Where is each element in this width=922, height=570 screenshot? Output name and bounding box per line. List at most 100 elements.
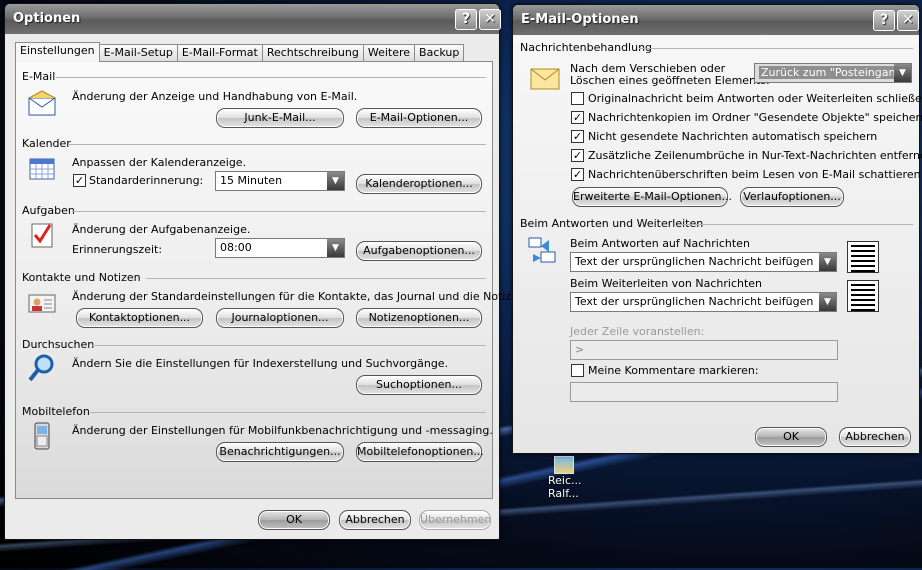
apply-button[interactable]: Übernehmen bbox=[419, 510, 491, 530]
mobile-section: Mobiltelefon Änderung der Einstellungen … bbox=[22, 405, 493, 469]
mobile-phone-icon bbox=[34, 422, 50, 450]
prefix-input[interactable]: > bbox=[570, 340, 838, 360]
mark-comments-input[interactable] bbox=[570, 382, 838, 402]
chevron-down-icon: ▼ bbox=[819, 253, 836, 271]
reply-label: Beim Antworten auf Nachrichten bbox=[570, 237, 750, 250]
calendar-options-button[interactable]: Kalenderoptionen... bbox=[356, 174, 482, 194]
tab-backup[interactable]: Backup bbox=[414, 44, 465, 62]
close-original-label: Originalnachricht beim Antworten oder We… bbox=[588, 92, 922, 105]
search-section: Durchsuchen Ändern Sie die Einstellungen… bbox=[22, 338, 486, 402]
message-handling-title: Nachrichtenbehandlung bbox=[520, 41, 653, 54]
cancel-button[interactable]: Abbrechen bbox=[839, 427, 911, 447]
after-move-select[interactable]: Zurück zum "Posteingang" ▼ bbox=[754, 63, 912, 83]
reminder-time-label: Erinnerungszeit: bbox=[72, 243, 163, 256]
tracking-options-button[interactable]: Verlaufoptionen... bbox=[740, 187, 844, 207]
reply-value: Text der ursprünglichen Nachricht beifüg… bbox=[575, 255, 814, 268]
search-options-button[interactable]: Suchoptionen... bbox=[356, 375, 482, 395]
divider bbox=[68, 144, 486, 145]
advanced-email-options-button[interactable]: Erweiterte E-Mail-Optionen... bbox=[572, 187, 732, 207]
forward-select[interactable]: Text der ursprünglichen Nachricht beifüg… bbox=[570, 292, 837, 312]
reply-preview-icon bbox=[847, 241, 879, 273]
email-options-button[interactable]: E-Mail-Optionen... bbox=[356, 108, 482, 128]
mark-comments-checkbox[interactable] bbox=[571, 364, 584, 377]
settings-panel: E-Mail Änderung der Anzeige und Handhabu… bbox=[15, 61, 528, 499]
contact-options-button[interactable]: Kontaktoptionen... bbox=[76, 308, 203, 328]
tab-einstellungen[interactable]: Einstellungen bbox=[15, 42, 100, 62]
chevron-down-icon: ▼ bbox=[327, 172, 344, 190]
notifications-button[interactable]: Benachrichtigungen... bbox=[216, 442, 344, 462]
default-reminder-checkbox[interactable]: ✓ bbox=[73, 174, 86, 187]
tab-weitere[interactable]: Weitere bbox=[362, 44, 416, 62]
reminder-time-value: 08:00 bbox=[220, 241, 252, 254]
email-options-body: Nachrichtenbehandlung Nach dem Verschieb… bbox=[513, 35, 922, 453]
help-button[interactable]: ? bbox=[873, 10, 895, 31]
remove-linebreaks-checkbox[interactable]: ✓ bbox=[571, 149, 584, 162]
mobile-options-button[interactable]: Mobiltelefonoptionen... bbox=[356, 442, 484, 462]
default-reminder-value: 15 Minuten bbox=[220, 174, 283, 187]
divider bbox=[72, 211, 486, 212]
after-move-label-line2: Löschen eines geöffneten Elements: bbox=[570, 74, 770, 87]
divider bbox=[639, 48, 913, 49]
note-options-button[interactable]: Notizenoptionen... bbox=[356, 308, 482, 328]
email-section-title: E-Mail bbox=[22, 70, 56, 83]
tab-email-format[interactable]: E-Mail-Format bbox=[176, 44, 263, 62]
ok-button[interactable]: OK bbox=[258, 510, 330, 530]
help-button[interactable]: ? bbox=[455, 9, 477, 30]
search-section-title: Durchsuchen bbox=[22, 338, 95, 351]
tab-rechtschreibung[interactable]: Rechtschreibung bbox=[261, 44, 364, 62]
save-copies-label: Nachrichtenkopien im Ordner "Gesendete O… bbox=[588, 111, 922, 124]
task-options-button[interactable]: Aufgabenoptionen... bbox=[356, 241, 482, 261]
options-titlebar: Optionen ? ✕ bbox=[5, 4, 501, 34]
reply-forward-icon bbox=[528, 237, 556, 263]
contacts-section: Kontakte und Notizen Änderung der Standa… bbox=[22, 271, 528, 335]
email-options-dialog: E-Mail-Optionen ? ✕ Nachrichtenbehandlun… bbox=[512, 4, 922, 454]
prefix-label: Jeder Zeile voranstellen: bbox=[570, 325, 705, 338]
tasks-description: Änderung der Aufgabenanzeige. bbox=[72, 223, 251, 236]
close-button[interactable]: ✕ bbox=[479, 9, 501, 30]
mobile-section-title: Mobiltelefon bbox=[22, 405, 90, 418]
contacts-description: Änderung der Standardeinstellungen für d… bbox=[72, 290, 529, 303]
journal-options-button[interactable]: Journaloptionen... bbox=[216, 308, 344, 328]
close-button[interactable]: ✕ bbox=[897, 10, 919, 31]
tasks-section-title: Aufgaben bbox=[22, 204, 75, 217]
calendar-description: Anpassen der Kalenderanzeige. bbox=[72, 156, 247, 169]
forward-value: Text der ursprünglichen Nachricht beifüg… bbox=[575, 295, 814, 308]
mobile-description: Änderung der Einstellungen für Mobilfunk… bbox=[72, 424, 493, 437]
reply-select[interactable]: Text der ursprünglichen Nachricht beifüg… bbox=[570, 252, 837, 272]
remove-linebreaks-label: Zusätzliche Zeilenumbrüche in Nur-Text-N… bbox=[588, 149, 922, 162]
desktop-shortcut-label-2: Ralf... bbox=[548, 487, 579, 500]
close-original-checkbox[interactable] bbox=[571, 92, 584, 105]
junk-email-button[interactable]: Junk-E-Mail... bbox=[216, 108, 344, 128]
reply-forward-title: Beim Antworten und Weiterleiten bbox=[520, 217, 704, 230]
email-description: Änderung der Anzeige und Handhabung von … bbox=[72, 90, 358, 103]
default-reminder-label: Standarderinnerung: bbox=[89, 174, 204, 187]
tab-email-setup[interactable]: E-Mail-Setup bbox=[98, 44, 178, 62]
after-move-value: Zurück zum "Posteingang" bbox=[759, 66, 910, 79]
divider bbox=[681, 224, 913, 225]
reminder-time-select[interactable]: 08:00 ▼ bbox=[215, 238, 345, 258]
forward-preview-icon bbox=[847, 280, 879, 312]
ok-button[interactable]: OK bbox=[755, 427, 827, 447]
email-section: E-Mail Änderung der Anzeige und Handhabu… bbox=[22, 70, 486, 134]
email-options-titlebar: E-Mail-Optionen ? ✕ bbox=[513, 5, 919, 35]
magnifier-icon bbox=[28, 354, 54, 382]
default-reminder-select[interactable]: 15 Minuten ▼ bbox=[215, 171, 345, 191]
contacts-section-title: Kontakte und Notizen bbox=[22, 271, 141, 284]
desktop-shortcut[interactable]: Reic... Ralf... bbox=[548, 456, 588, 500]
autosave-checkbox[interactable]: ✓ bbox=[571, 130, 584, 143]
options-title: Optionen bbox=[13, 11, 81, 26]
calendar-section: Kalender Anpassen der Kalenderanzeige. ✓… bbox=[22, 137, 486, 201]
shade-headers-checkbox[interactable]: ✓ bbox=[571, 168, 584, 181]
tab-strip: Einstellungen E-Mail-Setup E-Mail-Format… bbox=[15, 42, 465, 62]
chevron-down-icon: ▼ bbox=[894, 64, 911, 82]
envelope-icon bbox=[28, 90, 56, 116]
autosave-label: Nicht gesendete Nachrichten automatisch … bbox=[588, 130, 878, 143]
email-options-title: E-Mail-Optionen bbox=[521, 12, 639, 27]
mark-comments-label: Meine Kommentare markieren: bbox=[588, 364, 759, 377]
cancel-button[interactable]: Abbrechen bbox=[339, 510, 411, 530]
options-dialog: Optionen ? ✕ Einstellungen E-Mail-Setup … bbox=[4, 3, 528, 540]
image-file-icon bbox=[554, 456, 574, 474]
save-copies-checkbox[interactable]: ✓ bbox=[571, 111, 584, 124]
search-description: Ändern Sie die Einstellungen für Indexer… bbox=[72, 357, 449, 370]
forward-label: Beim Weiterleiten von Nachrichten bbox=[570, 277, 763, 290]
